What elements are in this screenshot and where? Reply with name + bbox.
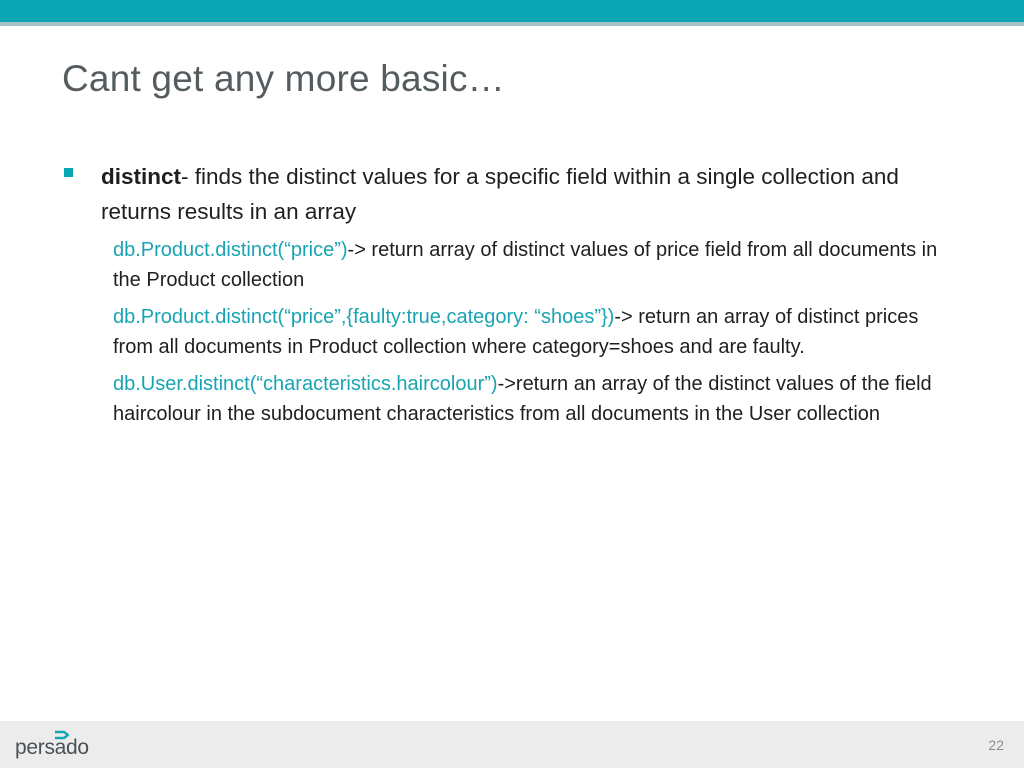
persado-logo: persado bbox=[15, 730, 95, 760]
example-code: db.User.distinct(“characteristics.hairco… bbox=[113, 373, 498, 395]
square-bullet-icon bbox=[64, 168, 73, 177]
slide-footer: persado 22 bbox=[0, 721, 1024, 768]
example-item: db.User.distinct(“characteristics.hairco… bbox=[113, 369, 943, 429]
example-list: db.Product.distinct(“price”)-> return ar… bbox=[113, 235, 943, 436]
logo-text: persado bbox=[15, 736, 89, 759]
bullet-item-distinct: distinct- finds the distinct values for … bbox=[64, 159, 944, 229]
example-code: db.Product.distinct(“price”,{faulty:true… bbox=[113, 306, 615, 328]
slide-title: Cant get any more basic… bbox=[62, 58, 505, 99]
bullet-block: distinct- finds the distinct values for … bbox=[64, 159, 944, 229]
example-item: db.Product.distinct(“price”)-> return ar… bbox=[113, 235, 943, 295]
page-number: 22 bbox=[988, 737, 1004, 753]
bullet-description: - finds the distinct values for a specif… bbox=[101, 164, 899, 224]
example-code: db.Product.distinct(“price”) bbox=[113, 239, 348, 261]
top-accent-bar bbox=[0, 0, 1024, 26]
bullet-term: distinct bbox=[101, 164, 182, 189]
example-item: db.Product.distinct(“price”,{faulty:true… bbox=[113, 302, 943, 362]
